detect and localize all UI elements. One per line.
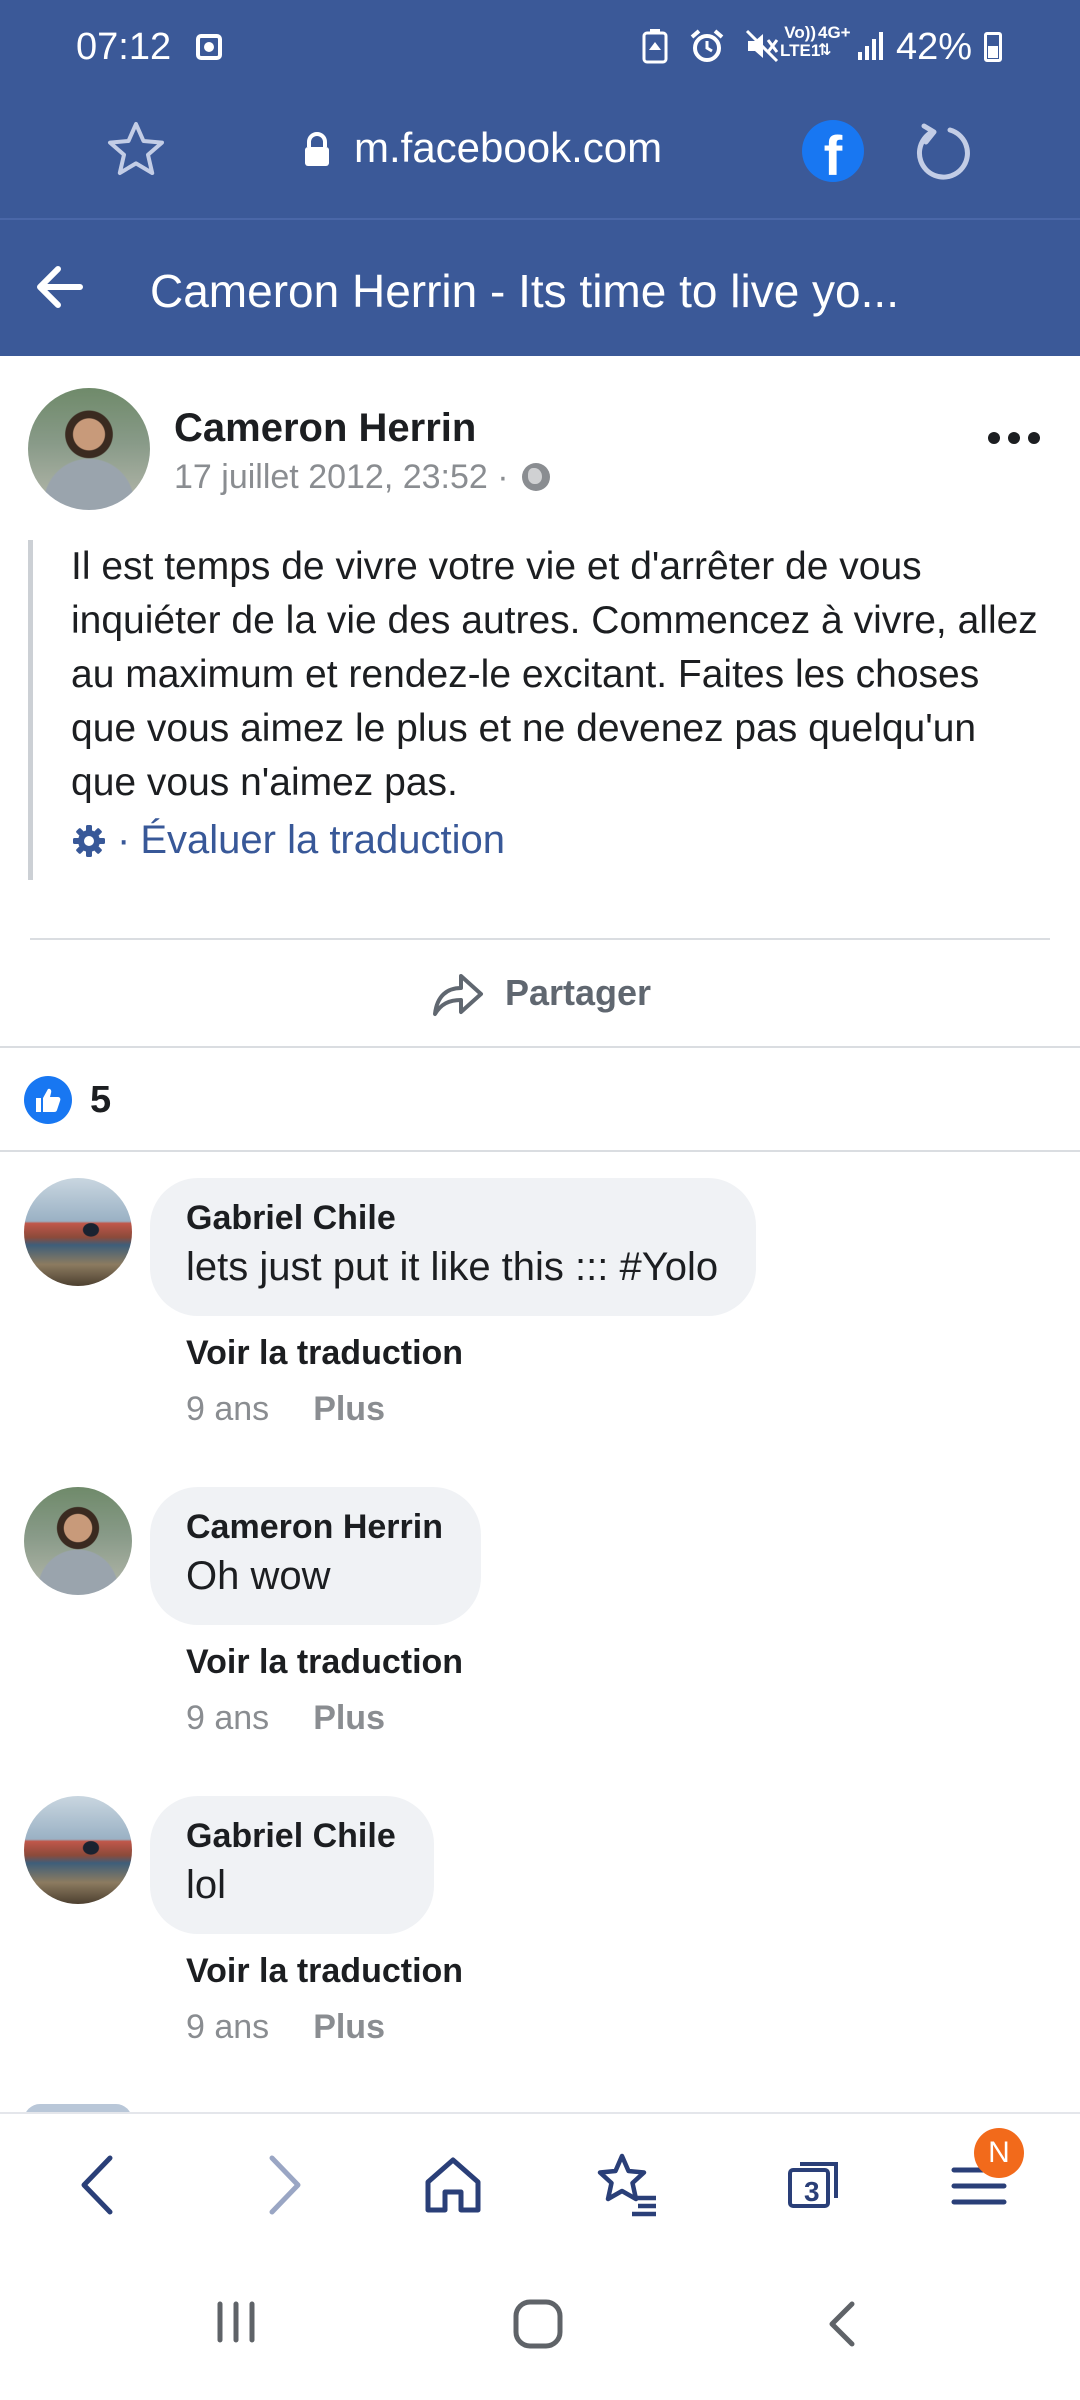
recent-apps-icon[interactable] bbox=[212, 2298, 260, 2346]
like-count: 5 bbox=[90, 1078, 112, 1121]
reactions-summary[interactable]: 5 bbox=[24, 1072, 111, 1128]
lock-icon bbox=[305, 132, 329, 166]
network-type-label: 4G+ bbox=[818, 23, 851, 42]
data-arrows-icon: ⇅ bbox=[818, 42, 832, 59]
page-title: Cameron Herrin - Its time to live yo... bbox=[150, 265, 899, 317]
share-button[interactable]: Partager bbox=[0, 940, 1080, 1046]
battery-icon bbox=[984, 32, 1002, 62]
browser-url-bar: m.facebook.com f bbox=[0, 100, 1080, 218]
comment-avatar[interactable] bbox=[24, 1487, 132, 1595]
comment-author[interactable]: Cameron Herrin bbox=[186, 1505, 443, 1549]
post-header: Cameron Herrin 17 juillet 2012, 23:52 · bbox=[0, 380, 1080, 520]
tab-count: 3 bbox=[804, 2176, 820, 2207]
separator-dot: · bbox=[117, 818, 131, 862]
home-nav-icon[interactable] bbox=[512, 2298, 564, 2350]
bookmark-star-icon[interactable] bbox=[104, 118, 168, 182]
menu-badge: N bbox=[974, 2128, 1024, 2178]
comment-meta: 9 ans Plus bbox=[186, 1699, 385, 1738]
see-translation-link[interactable]: Voir la traduction bbox=[186, 1952, 463, 1991]
more-link[interactable]: Plus bbox=[313, 2008, 385, 2046]
clock: 07:12 bbox=[76, 26, 172, 68]
browser-back-icon[interactable] bbox=[66, 2150, 136, 2220]
comment-avatar[interactable] bbox=[24, 1796, 132, 1904]
post-meta: 17 juillet 2012, 23:52 · bbox=[174, 458, 551, 497]
lte-label: LTE1 bbox=[780, 41, 821, 60]
comment-meta: 9 ans Plus bbox=[186, 1390, 385, 1429]
facebook-app-icon[interactable]: f bbox=[802, 120, 864, 182]
comment-bubble: Cameron Herrin Oh wow bbox=[150, 1487, 481, 1625]
comment-text: Oh wow bbox=[186, 1554, 331, 1598]
url-text[interactable]: m.facebook.com bbox=[354, 124, 662, 172]
comment-age[interactable]: 9 ans bbox=[186, 2008, 269, 2046]
rate-translation[interactable]: · Évaluer la traduction bbox=[71, 818, 1048, 863]
see-translation-link[interactable]: Voir la traduction bbox=[186, 1334, 463, 1373]
comment-age[interactable]: 9 ans bbox=[186, 1699, 269, 1737]
browser-forward-icon[interactable] bbox=[246, 2150, 316, 2220]
back-nav-icon[interactable] bbox=[822, 2298, 862, 2350]
system-nav-bar bbox=[0, 2252, 1080, 2400]
share-icon bbox=[432, 974, 483, 1016]
divider bbox=[0, 1150, 1080, 1152]
globe-icon bbox=[522, 463, 551, 491]
share-label: Partager bbox=[504, 972, 652, 1013]
comment-author[interactable]: Gabriel Chile bbox=[186, 1196, 718, 1240]
battery-percentage: 42% bbox=[896, 26, 973, 68]
battery-saver-icon bbox=[642, 29, 668, 64]
volte-indicator: Vo)) LTE1 bbox=[780, 24, 820, 60]
post-timestamp[interactable]: 17 juillet 2012, 23:52 · bbox=[174, 458, 509, 496]
rate-translation-label[interactable]: Évaluer la traduction bbox=[140, 818, 505, 863]
see-translation-link[interactable]: Voir la traduction bbox=[186, 1643, 463, 1682]
like-icon bbox=[24, 1076, 72, 1124]
comment-bubble: Gabriel Chile lets just put it like this… bbox=[150, 1178, 757, 1316]
comment-age[interactable]: 9 ans bbox=[186, 1390, 269, 1428]
comment-author[interactable]: Gabriel Chile bbox=[186, 1814, 396, 1858]
notification-icon bbox=[196, 34, 222, 60]
system-icons bbox=[640, 28, 780, 68]
back-arrow-icon[interactable] bbox=[34, 264, 84, 310]
reload-icon[interactable] bbox=[910, 120, 974, 184]
bookmarks-icon[interactable] bbox=[592, 2150, 662, 2220]
volte-label: Vo)) bbox=[784, 23, 817, 42]
status-bar: 07:12 Vo)) LTE1 4G+ ⇅ 42% bbox=[0, 0, 1080, 100]
more-link[interactable]: Plus bbox=[313, 1699, 385, 1737]
home-icon[interactable] bbox=[418, 2150, 488, 2220]
comment-bubble: Gabriel Chile lol bbox=[150, 1796, 434, 1934]
network-type: 4G+ ⇅ bbox=[818, 24, 851, 60]
browser-toolbar: 3 N bbox=[0, 2112, 1080, 2252]
page-header: Cameron Herrin - Its time to live yo... bbox=[0, 218, 1080, 356]
more-link[interactable]: Plus bbox=[313, 1390, 385, 1428]
alarm-icon bbox=[690, 29, 724, 62]
divider bbox=[0, 1046, 1080, 1048]
author-avatar[interactable] bbox=[28, 388, 150, 510]
comment-avatar[interactable] bbox=[24, 1178, 132, 1286]
post-author[interactable]: Cameron Herrin bbox=[174, 406, 476, 451]
post-text: Il est temps de vivre votre vie et d'arr… bbox=[71, 545, 1038, 804]
comment-text: lets just put it like this ::: #Yolo bbox=[186, 1245, 719, 1289]
signal-icon bbox=[858, 32, 883, 60]
mute-icon bbox=[745, 29, 778, 63]
gear-icon bbox=[73, 824, 105, 857]
more-options-icon[interactable] bbox=[986, 428, 1042, 448]
comment-text: lol bbox=[186, 1863, 227, 1907]
comment-meta: 9 ans Plus bbox=[186, 2008, 385, 2047]
post-body: Il est temps de vivre votre vie et d'arr… bbox=[28, 540, 1048, 880]
